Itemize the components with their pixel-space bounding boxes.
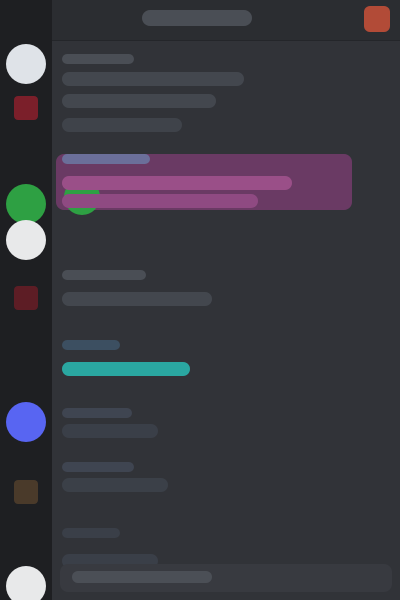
message-text-3 bbox=[62, 118, 182, 132]
message-pane bbox=[52, 0, 400, 600]
server-icon-muted[interactable] bbox=[14, 480, 38, 504]
message-text bbox=[62, 176, 292, 190]
message-author[interactable] bbox=[62, 462, 134, 472]
message-text bbox=[62, 424, 158, 438]
channel-title bbox=[142, 10, 252, 26]
server-icon-red[interactable] bbox=[14, 96, 38, 120]
message-text-2 bbox=[62, 194, 258, 208]
message-text bbox=[62, 362, 190, 376]
server-icon-green[interactable] bbox=[6, 184, 46, 224]
message-text bbox=[62, 478, 168, 492]
server-rail bbox=[0, 0, 52, 600]
message-author[interactable] bbox=[62, 270, 146, 280]
message-author[interactable] bbox=[62, 408, 132, 418]
server-icon-discord[interactable] bbox=[6, 402, 46, 442]
server-icon-darkred[interactable] bbox=[14, 286, 38, 310]
message-composer[interactable] bbox=[60, 564, 392, 592]
composer-input[interactable] bbox=[72, 571, 212, 583]
message-author[interactable] bbox=[62, 154, 150, 164]
server-icon-white[interactable] bbox=[6, 220, 46, 260]
server-icon-bottom[interactable] bbox=[6, 566, 46, 600]
message-author[interactable] bbox=[62, 528, 120, 538]
message-text bbox=[62, 72, 244, 86]
message-author[interactable] bbox=[62, 340, 120, 350]
channel-header bbox=[52, 0, 400, 41]
message-text bbox=[62, 292, 212, 306]
notification-badge[interactable] bbox=[364, 6, 390, 32]
message-author[interactable] bbox=[62, 54, 134, 64]
chat-app bbox=[0, 0, 400, 600]
message-text-2 bbox=[62, 94, 216, 108]
server-icon-home[interactable] bbox=[6, 44, 46, 84]
